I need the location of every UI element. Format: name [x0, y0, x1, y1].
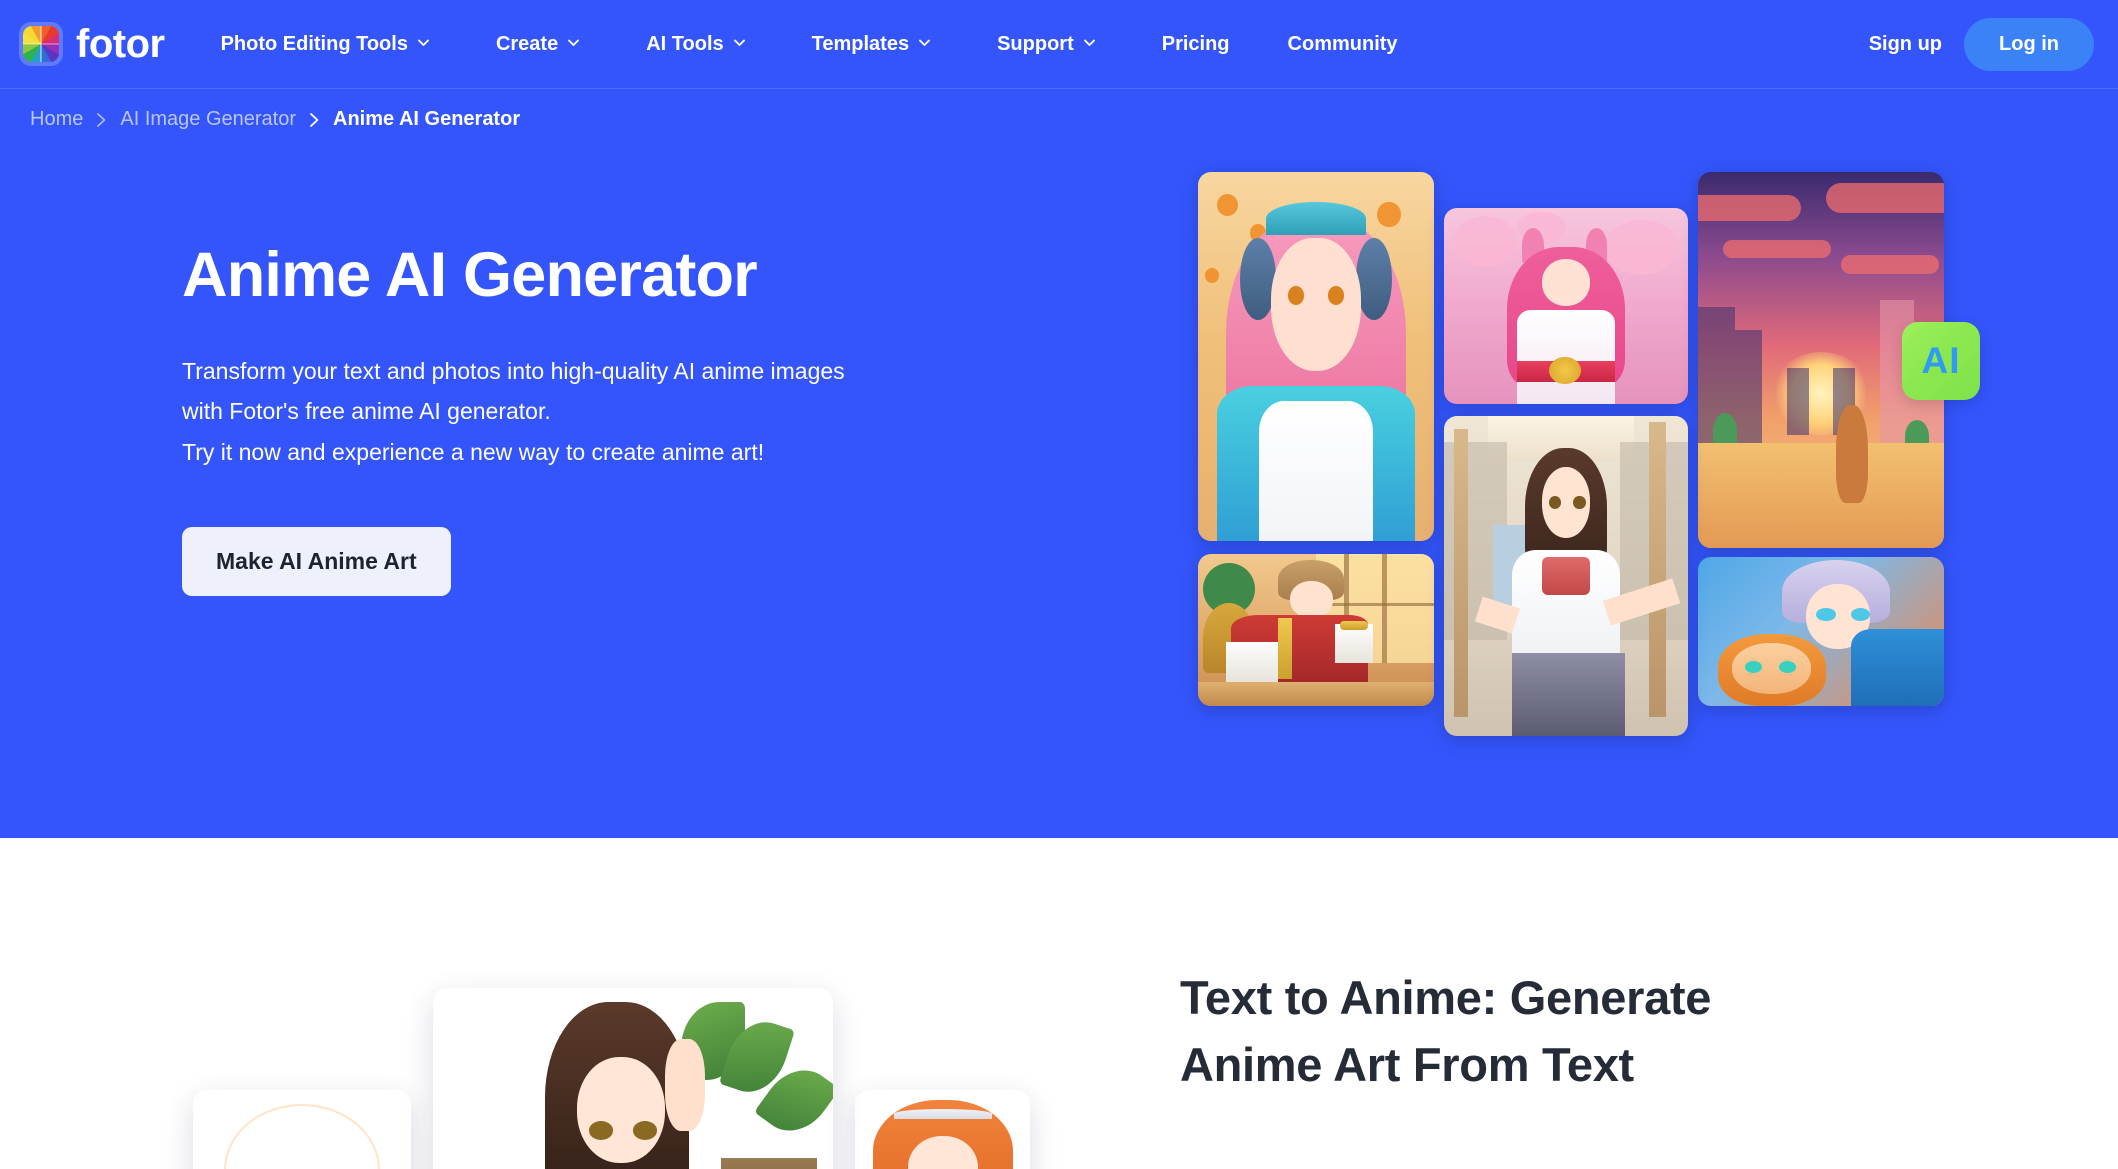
gallery-image-kimono-fox-girl[interactable] [1444, 208, 1688, 404]
section-heading-line-1: Text to Anime: Generate [1180, 971, 1712, 1024]
nav-item-ai-tools[interactable]: AI Tools [646, 23, 745, 66]
chevron-down-icon [417, 36, 430, 49]
breadcrumb: Home AI Image Generator Anime AI Generat… [30, 108, 520, 131]
ai-badge: AI [1902, 322, 1980, 400]
nav-label: Community [1287, 32, 1398, 55]
gallery-image-cosmic-scene[interactable] [193, 1090, 411, 1169]
nav-item-community[interactable]: Community [1288, 23, 1398, 66]
top-navigation-bar: fotor Photo Editing Tools Create AI Tool… [0, 0, 2118, 89]
breadcrumb-item-ai-image-generator[interactable]: AI Image Generator [120, 108, 296, 131]
sign-up-link[interactable]: Sign up [1857, 25, 1954, 64]
brand-logo-link[interactable]: fotor [19, 22, 165, 66]
fotor-logo-icon [19, 22, 63, 66]
nav-label: Create [495, 32, 559, 55]
nav-item-create[interactable]: Create [496, 23, 580, 66]
chevron-down-icon [1083, 36, 1096, 49]
chevron-right-icon [96, 112, 107, 128]
make-ai-anime-art-button[interactable]: Make AI Anime Art [182, 527, 451, 597]
primary-nav: Photo Editing Tools Create AI Tools Temp… [221, 23, 1456, 66]
nav-label: Photo Editing Tools [220, 32, 408, 55]
brand-name: fotor [76, 22, 165, 66]
hero-description-line-2: with Fotor's free anime AI generator. [182, 398, 551, 425]
nav-label: Templates [811, 32, 910, 55]
chevron-down-icon [918, 36, 931, 49]
breadcrumb-item-current: Anime AI Generator [333, 108, 521, 130]
nav-label: AI Tools [646, 32, 724, 55]
nav-item-support[interactable]: Support [997, 23, 1096, 66]
hero-description: Transform your text and photos into high… [182, 351, 1062, 474]
nav-label: Support [997, 32, 1074, 55]
gallery-image-prince-at-desk[interactable] [1198, 554, 1434, 706]
section-heading-text-to-anime: Text to Anime: Generate Anime Art From T… [1180, 965, 1900, 1098]
hero-description-line-1: Transform your text and photos into high… [182, 357, 845, 384]
hero-image-gallery: AI [1198, 172, 1980, 736]
hero-description-line-3: Try it now and experience a new way to c… [182, 439, 765, 466]
chevron-right-icon [309, 112, 320, 128]
hero-content: Anime AI Generator Transform your text a… [182, 240, 1062, 597]
account-actions: Sign up Log in [1857, 0, 2094, 89]
section-heading-line-2: Anime Art From Text [1180, 1037, 1634, 1091]
page-root: fotor Photo Editing Tools Create AI Tool… [0, 0, 2118, 1169]
nav-item-pricing[interactable]: Pricing [1162, 23, 1230, 66]
chevron-down-icon [733, 36, 746, 49]
gallery-image-boy-with-cat[interactable] [1698, 557, 1944, 706]
gallery-image-girl-with-plant[interactable] [433, 988, 833, 1169]
gallery-image-schoolgirl-selfie[interactable] [1444, 416, 1688, 736]
gallery-image-headphone-girl[interactable] [1198, 172, 1434, 541]
section-image-gallery [190, 950, 1060, 1169]
page-title: Anime AI Generator [182, 240, 758, 310]
nav-item-photo-editing-tools[interactable]: Photo Editing Tools [221, 23, 430, 66]
nav-label: Pricing [1161, 32, 1230, 55]
gallery-image-orange-hair-girl[interactable] [855, 1090, 1030, 1169]
log-in-button[interactable]: Log in [1964, 18, 2094, 71]
breadcrumb-item-home[interactable]: Home [30, 108, 83, 131]
chevron-down-icon [567, 36, 580, 49]
nav-item-templates[interactable]: Templates [812, 23, 931, 66]
